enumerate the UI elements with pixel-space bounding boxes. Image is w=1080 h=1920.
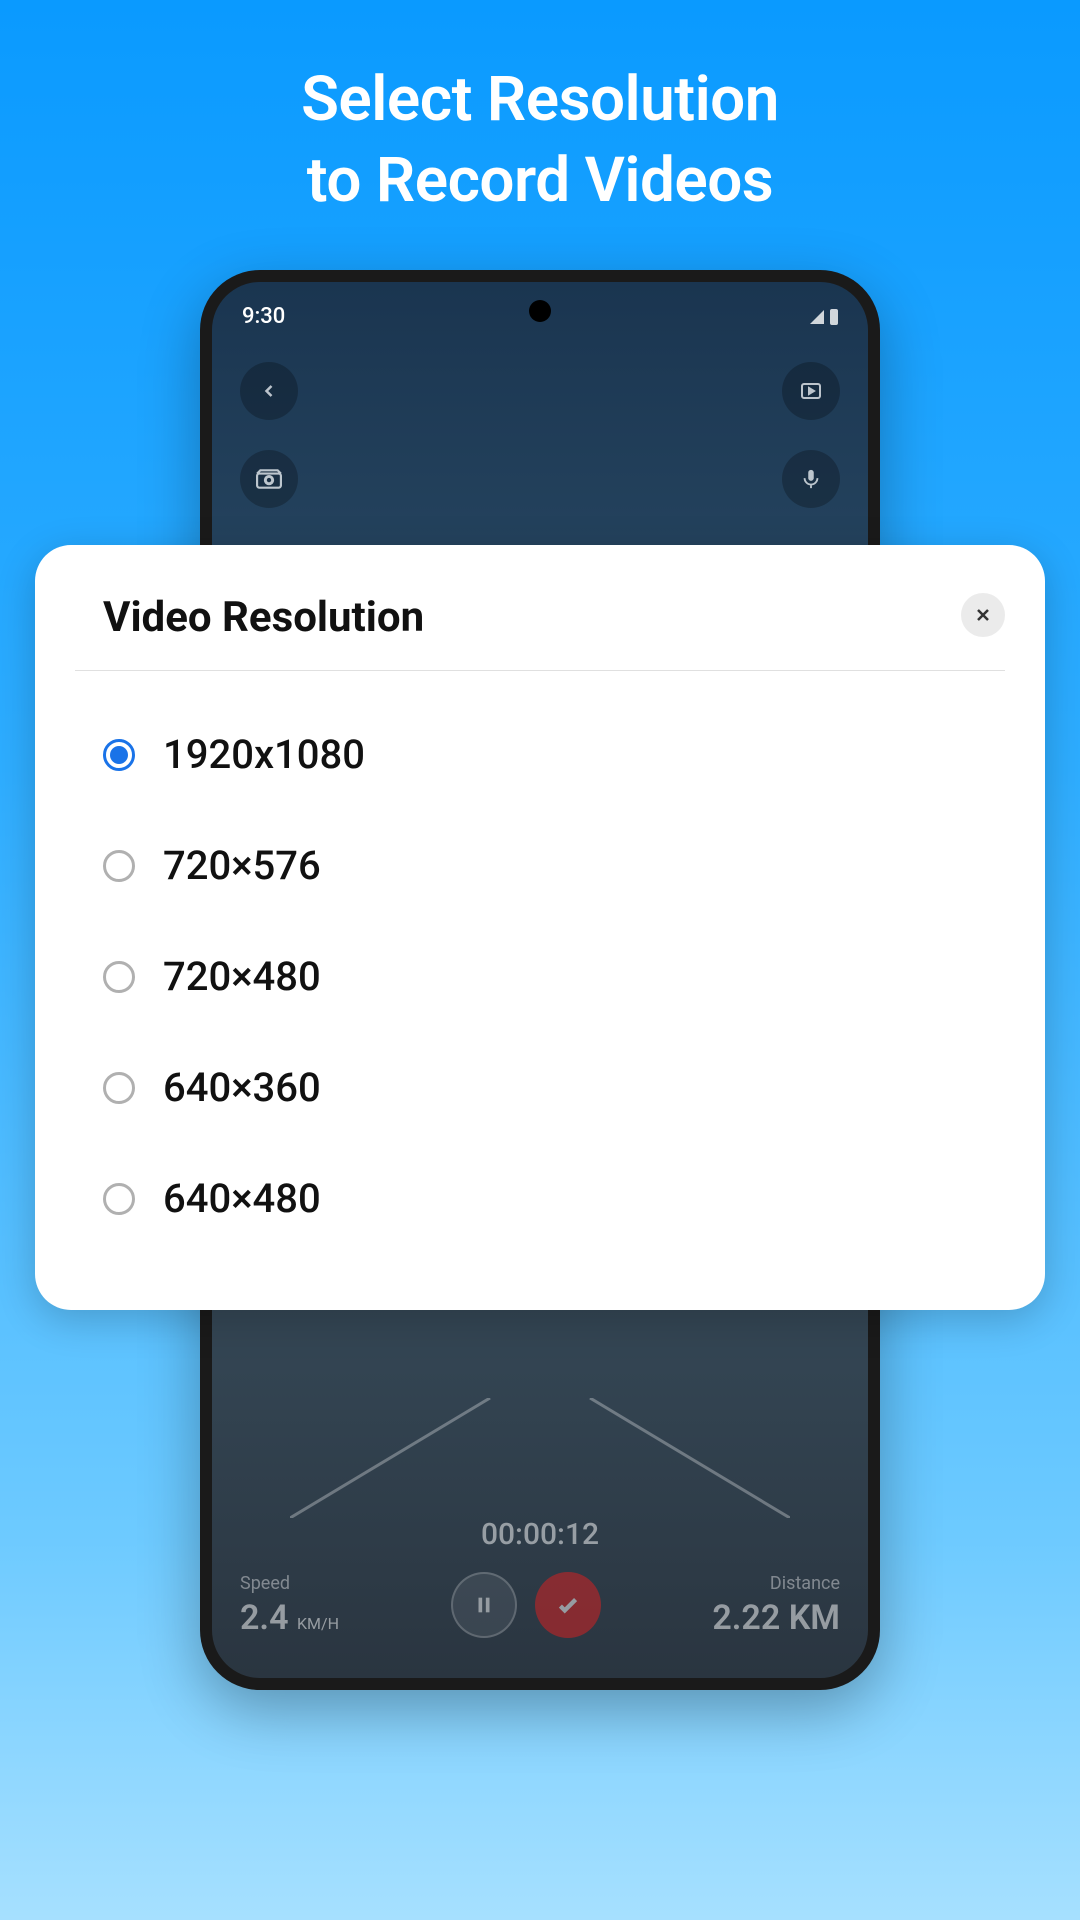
resolution-option-720x576[interactable]: 720×576 [103, 810, 1005, 921]
stop-button[interactable] [535, 1572, 601, 1638]
modal-header: Video Resolution [75, 593, 1005, 671]
option-label: 640×480 [163, 1175, 321, 1222]
phone-notch [529, 300, 551, 322]
hud-center-controls [451, 1572, 601, 1638]
gallery-button[interactable] [782, 362, 840, 420]
option-label: 720×480 [163, 953, 321, 1000]
gallery-icon [799, 379, 823, 403]
back-icon [259, 381, 279, 401]
speed-block: Speed 2.4 KM/H [240, 1573, 339, 1638]
resolution-option-1920x1080[interactable]: 1920x1080 [103, 699, 1005, 810]
camera-switch-icon [256, 466, 282, 492]
option-label: 1920x1080 [163, 731, 365, 778]
close-icon [973, 605, 993, 625]
hero-title: Select Resolution to Record Videos [0, 0, 1080, 221]
mic-button[interactable] [782, 450, 840, 508]
distance-label: Distance [712, 1573, 840, 1594]
radio-unselected [103, 850, 135, 882]
pause-icon [473, 1594, 495, 1616]
camera-switch-button[interactable] [240, 450, 298, 508]
check-icon [555, 1592, 581, 1618]
hud-row: Speed 2.4 KM/H [240, 1572, 840, 1638]
speed-value: 2.4 KM/H [240, 1598, 339, 1638]
speed-unit: KM/H [297, 1614, 339, 1633]
resolution-options: 1920x1080 720×576 720×480 640×360 640×48… [75, 699, 1005, 1254]
option-label: 720×576 [163, 842, 321, 889]
top-controls-row-2 [212, 440, 868, 518]
road-lines [290, 1398, 790, 1518]
modal-title: Video Resolution [75, 593, 424, 642]
radio-selected [103, 739, 135, 771]
pause-button[interactable] [451, 1572, 517, 1638]
radio-unselected [103, 961, 135, 993]
mic-icon [800, 468, 822, 490]
radio-unselected [103, 1072, 135, 1104]
radio-unselected [103, 1183, 135, 1215]
distance-value: 2.22 KM [712, 1598, 840, 1638]
back-button[interactable] [240, 362, 298, 420]
hero-line-1: Select Resolution [0, 60, 1080, 141]
hero-line-2: to Record Videos [0, 141, 1080, 222]
bottom-hud: 00:00:12 Speed 2.4 KM/H [212, 1517, 868, 1638]
resolution-option-640x480[interactable]: 640×480 [103, 1143, 1005, 1254]
close-button[interactable] [961, 593, 1005, 637]
distance-block: Distance 2.22 KM [712, 1573, 840, 1638]
speed-label: Speed [240, 1573, 339, 1594]
recording-timer: 00:00:12 [240, 1517, 840, 1552]
option-label: 640×360 [163, 1064, 321, 1111]
resolution-modal: Video Resolution 1920x1080 720×576 720×4… [35, 545, 1045, 1310]
resolution-option-640x360[interactable]: 640×360 [103, 1032, 1005, 1143]
resolution-option-720x480[interactable]: 720×480 [103, 921, 1005, 1032]
top-controls-row-1 [212, 342, 868, 440]
